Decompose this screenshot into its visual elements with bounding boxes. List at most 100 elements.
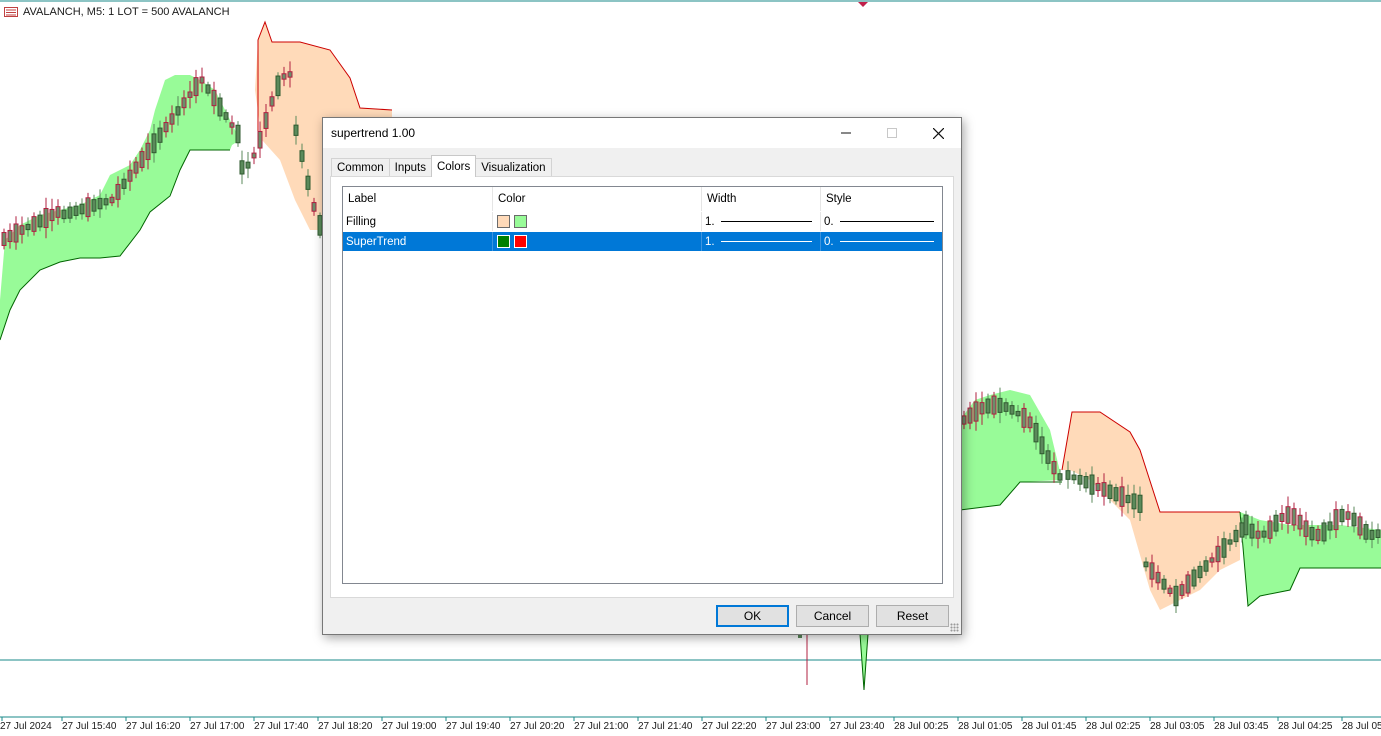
table-row[interactable]: Filling 1. 0. [343, 212, 942, 231]
row-style-cell[interactable]: 0. [821, 232, 942, 251]
candle-body [1239, 522, 1245, 538]
tab-inputs[interactable]: Inputs [388, 158, 432, 177]
candle-body [1303, 520, 1309, 537]
time-axis-label: 28 Jul 04:25 [1278, 721, 1333, 732]
colors-table: Label Color Width Style Filling 1. 0. Su… [342, 186, 943, 584]
candle-body [1179, 584, 1185, 596]
maximize-icon [869, 118, 915, 148]
width-value: 1. [705, 235, 715, 248]
time-axis-label: 27 Jul 17:40 [254, 721, 309, 732]
candle-body [217, 97, 223, 117]
time-axis-label: 28 Jul 01:05 [958, 721, 1013, 732]
column-header-width[interactable]: Width [702, 187, 821, 211]
candle-body [251, 152, 257, 159]
color-swatch[interactable] [514, 235, 527, 248]
candle-body [187, 91, 193, 98]
candle-body [157, 127, 163, 143]
indicator-properties-dialog: supertrend 1.00 Common Inputs Colors Vis… [322, 117, 962, 635]
candle-body [145, 142, 151, 161]
candle-body [1113, 487, 1119, 502]
candle-body [257, 130, 263, 149]
color-swatch[interactable] [497, 235, 510, 248]
candle-body [1273, 514, 1279, 532]
reset-button[interactable]: Reset [876, 605, 949, 627]
candle-body [997, 397, 1003, 413]
candle-body [205, 84, 211, 94]
candle-body [235, 124, 241, 144]
time-axis-label: 27 Jul 19:00 [382, 721, 437, 732]
candle-body [73, 205, 79, 216]
candle-body [991, 395, 997, 415]
candle-body [193, 77, 199, 97]
line-style-sample [839, 221, 934, 222]
chart-title: AVALANCH, M5: 1 LOT = 500 AVALANCH [4, 4, 230, 20]
candle-body [1297, 514, 1303, 530]
close-icon[interactable] [915, 118, 961, 148]
tab-colors[interactable]: Colors [430, 155, 477, 177]
candle-body [979, 402, 985, 415]
candle-body [1057, 473, 1063, 481]
color-swatch[interactable] [497, 215, 510, 228]
candle-body [1327, 521, 1333, 531]
time-axis-label: 27 Jul 20:20 [510, 721, 565, 732]
table-row[interactable]: SuperTrend 1. 0. [343, 232, 942, 251]
time-axis-label: 27 Jul 21:00 [574, 721, 629, 732]
time-axis-label: 27 Jul 19:40 [446, 721, 501, 732]
candle-body [1137, 494, 1143, 513]
dialog-titlebar[interactable]: supertrend 1.00 [323, 118, 961, 148]
candle-body [175, 106, 181, 116]
candle-body [37, 214, 43, 228]
time-axis-label: 27 Jul 23:40 [830, 721, 885, 732]
time-axis-label: 27 Jul 2024 [0, 721, 52, 732]
row-label: SuperTrend [343, 232, 493, 251]
resize-grip-icon[interactable] [950, 623, 959, 632]
column-header-color[interactable]: Color [493, 187, 702, 211]
candle-body [67, 206, 73, 219]
candle-body [1309, 526, 1315, 541]
column-header-style[interactable]: Style [821, 187, 942, 211]
candle-body [1107, 484, 1113, 500]
line-width-sample [720, 241, 812, 242]
candle-body [1033, 422, 1039, 443]
tab-visualization[interactable]: Visualization [475, 158, 552, 177]
minimize-icon[interactable] [823, 118, 869, 148]
candle-body [1027, 416, 1033, 429]
candle-body [1339, 508, 1345, 523]
column-header-label[interactable]: Label [343, 187, 493, 211]
candle-body [1083, 476, 1089, 489]
time-axis-label: 27 Jul 22:20 [702, 721, 757, 732]
candle-body [85, 197, 91, 218]
candle-body [305, 175, 311, 190]
candle-body [97, 197, 103, 210]
row-style-cell[interactable]: 0. [821, 212, 942, 231]
row-width-cell[interactable]: 1. [702, 232, 821, 251]
candle-body [1065, 470, 1071, 480]
candle-body [1071, 474, 1077, 481]
time-axis-label: 28 Jul 03:05 [1150, 721, 1205, 732]
row-width-cell[interactable]: 1. [702, 212, 821, 231]
candle-body [121, 178, 127, 189]
candle-body [293, 124, 299, 136]
time-axis-label: 28 Jul 03:45 [1214, 721, 1269, 732]
time-axis-label: 27 Jul 16:20 [126, 721, 181, 732]
row-color-cell [493, 232, 702, 251]
candle-body [1221, 538, 1227, 558]
candle-body [1167, 587, 1173, 594]
candle-body [1369, 529, 1375, 540]
color-swatch[interactable] [514, 215, 527, 228]
candle-body [1255, 530, 1261, 539]
tab-common[interactable]: Common [331, 158, 390, 177]
candle-body [115, 183, 121, 200]
time-axis-label: 27 Jul 17:00 [190, 721, 245, 732]
time-axis-label: 28 Jul 05 [1342, 721, 1381, 732]
candle-body [1119, 486, 1125, 507]
candle-body [55, 206, 61, 218]
cancel-button[interactable]: Cancel [796, 605, 869, 627]
ok-button[interactable]: OK [716, 605, 789, 627]
trade-marker-icon [858, 2, 868, 7]
candle-body [1267, 520, 1273, 539]
dialog-title: supertrend 1.00 [331, 126, 416, 140]
style-value: 0. [824, 235, 834, 248]
candle-body [973, 401, 979, 422]
candle-body [1215, 545, 1221, 563]
